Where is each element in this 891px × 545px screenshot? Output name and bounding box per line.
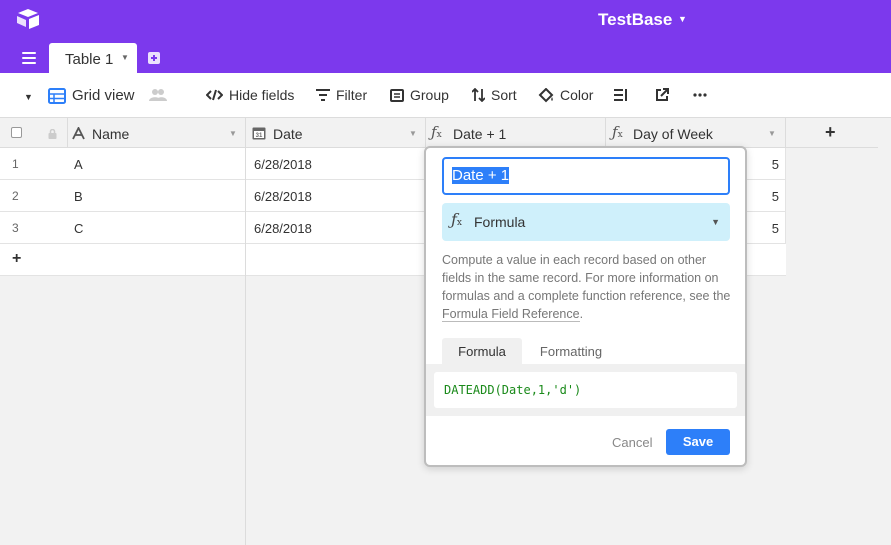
cell-text: 6/28/2018 [254,157,312,172]
add-field-label: + [825,122,836,142]
cell-date[interactable]: 6/28/2018 [246,148,426,180]
app-window: TestBase ▼ Table 1 ▼ ▼ Grid view Hide fi… [0,0,891,545]
more-options-icon[interactable] [693,93,707,97]
tab-formula[interactable]: Formula [442,338,522,364]
view-switcher-caret-icon[interactable]: ▼ [24,92,33,102]
base-menu-caret-icon[interactable]: ▼ [678,14,687,24]
save-button[interactable]: Save [666,429,730,455]
add-table-icon[interactable] [147,51,161,65]
column-label: Day of Week [633,126,713,142]
hide-fields-button[interactable]: Hide fields [206,87,294,103]
formula-reference-link[interactable]: Formula Field Reference [442,307,580,322]
cell-text: 5 [771,189,779,204]
view-selector[interactable]: Grid view [48,87,135,104]
share-view-icon[interactable] [655,88,669,102]
lock-icon [48,129,57,139]
field-type-label: Formula [474,214,526,230]
hide-fields-icon [206,89,223,101]
svg-text:31: 31 [256,133,263,139]
cell-text: A [74,157,83,172]
sort-icon [472,88,485,102]
formula-type-icon: ƒx [451,210,462,229]
column-menu-caret-icon[interactable]: ▼ [768,129,776,138]
row-number: 3 [12,221,19,235]
formula-editor-area: DATEADD(Date,1,'d') [426,364,745,416]
select-all-checkbox[interactable] [11,127,22,138]
color-label: Color [560,87,594,103]
column-header-date[interactable]: 31 Date ▼ [246,118,426,148]
column-label: Date [273,126,303,142]
view-toolbar: ▼ Grid view Hide fields Filter Group Sor… [0,73,891,118]
tab-caret-icon[interactable]: ▼ [121,53,129,62]
field-type-select[interactable]: ƒx Formula ▼ [442,203,730,241]
view-name: Grid view [72,87,135,104]
group-icon [390,88,404,102]
cell-text: 6/28/2018 [254,189,312,204]
add-row-label: + [12,250,22,267]
formula-field-icon: ƒx [431,123,442,141]
grid-view-icon [48,87,66,104]
group-button[interactable]: Group [390,87,449,103]
calendar-field-icon: 31 [252,127,266,140]
row-number: 2 [12,189,19,203]
column-menu-caret-icon[interactable]: ▼ [229,129,237,138]
row-height-icon[interactable] [614,88,628,102]
field-type-description: Compute a value in each record based on … [442,251,732,323]
field-type-caret-icon: ▼ [711,217,720,227]
formula-field-icon: ƒx [612,123,623,141]
column-header-name[interactable]: Name ▼ [68,118,246,148]
filter-icon [316,89,330,101]
row-number: 1 [12,157,19,171]
cancel-button[interactable]: Cancel [612,435,652,450]
cell-name[interactable]: B [68,180,246,212]
cell-text: 6/28/2018 [254,221,312,236]
sort-label: Sort [491,87,517,103]
cell-text: 5 [771,221,779,236]
airtable-logo-icon[interactable] [16,8,40,30]
column-header-day-of-week[interactable]: ƒx Day of Week ▼ [606,118,786,148]
field-name-selected-text: Date + 1 [452,167,510,184]
sort-button[interactable]: Sort [472,87,517,103]
column-header-date-plus-1[interactable]: ƒx Date + 1 [426,118,606,148]
description-text: Compute a value in each record based on … [442,253,731,303]
description-end: . [579,307,584,321]
hide-fields-label: Hide fields [229,87,295,103]
tables-menu-icon[interactable] [22,52,36,64]
cell-date[interactable]: 6/28/2018 [246,212,426,244]
tab-table-1[interactable]: Table 1 ▼ [49,43,137,73]
frozen-column-divider [245,148,246,545]
column-label: Date + 1 [453,126,507,142]
paint-bucket-icon [538,87,554,102]
primary-field-icon [72,127,85,140]
header-row-controls [0,118,68,148]
collaborators-icon[interactable] [149,88,167,102]
column-label: Name [92,126,130,142]
tab-label: Table 1 [65,51,114,68]
cell-text: B [74,189,83,204]
add-field-button[interactable]: + [786,118,878,148]
cell-text: C [74,221,84,236]
field-editor-popover: Date + 1 ƒx Formula ▼ Compute a value in… [424,146,747,467]
cell-name[interactable]: A [68,148,246,180]
color-button[interactable]: Color [538,87,593,103]
top-bar: TestBase ▼ Table 1 ▼ [0,0,891,73]
group-label: Group [410,87,449,103]
base-title[interactable]: TestBase [598,10,672,30]
cell-name[interactable]: C [68,212,246,244]
cell-date[interactable]: 6/28/2018 [246,180,426,212]
column-menu-caret-icon[interactable]: ▼ [409,129,417,138]
filter-label: Filter [336,87,368,103]
tab-formatting[interactable]: Formatting [522,338,620,364]
field-name-input[interactable]: Date + 1 [442,157,730,195]
formula-input[interactable]: DATEADD(Date,1,'d') [434,372,737,408]
filter-button[interactable]: Filter [316,87,367,103]
cell-text: 5 [771,157,779,172]
